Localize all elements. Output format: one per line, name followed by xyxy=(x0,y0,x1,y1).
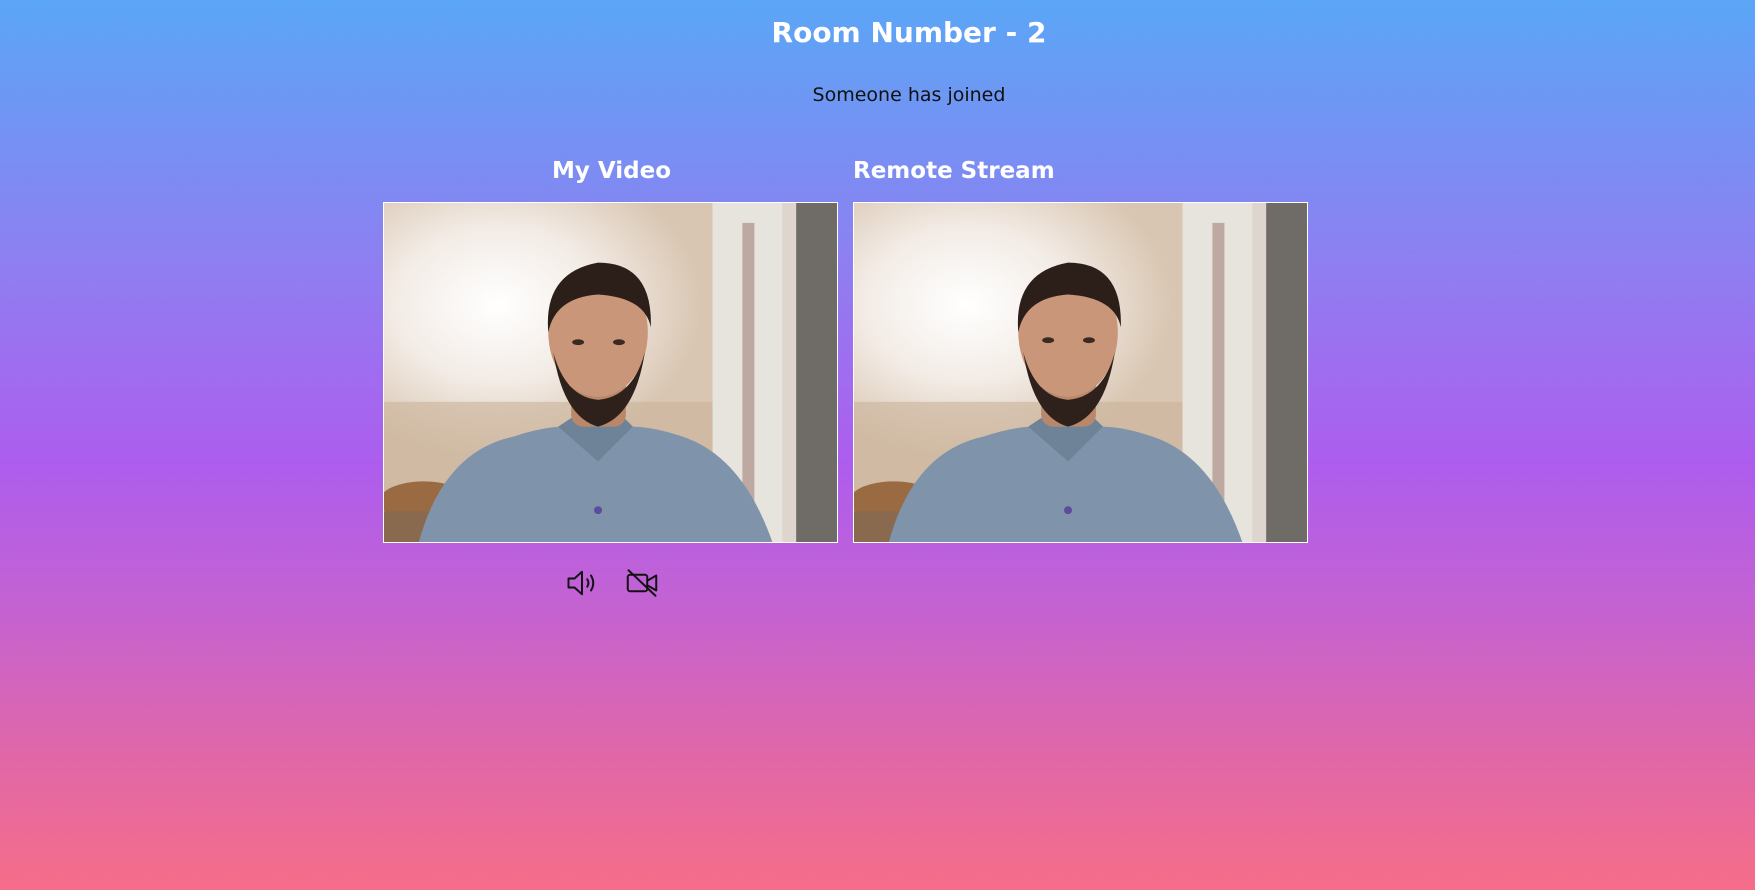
my-video-label: My Video xyxy=(551,158,672,184)
video-off-icon xyxy=(626,569,658,597)
remote-video-feed xyxy=(854,203,1307,542)
my-video-stream xyxy=(383,202,838,543)
remote-video-stream xyxy=(853,202,1308,543)
join-status-text: Someone has joined xyxy=(812,84,1006,106)
remote-stream-label: Remote Stream xyxy=(853,158,1055,184)
toggle-video-button[interactable] xyxy=(622,563,662,603)
toggle-audio-button[interactable] xyxy=(562,563,602,603)
my-video-feed xyxy=(384,203,837,542)
speaker-icon xyxy=(567,570,595,596)
page-title: Room Number - 2 xyxy=(771,16,1047,49)
media-controls xyxy=(562,563,662,603)
